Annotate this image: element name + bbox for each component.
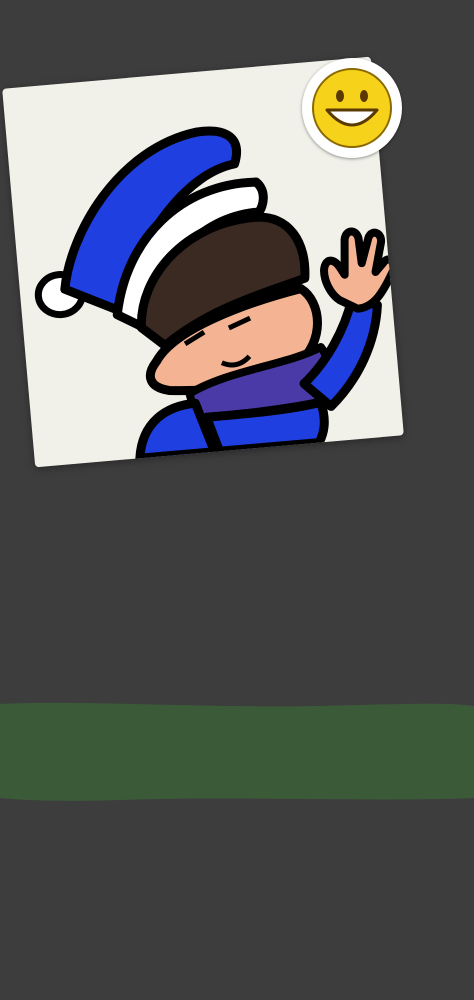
grinning-face-icon[interactable] [302,58,402,158]
green-brush-stroke [0,702,474,801]
body-left [135,398,220,463]
waving-hand [320,227,398,313]
